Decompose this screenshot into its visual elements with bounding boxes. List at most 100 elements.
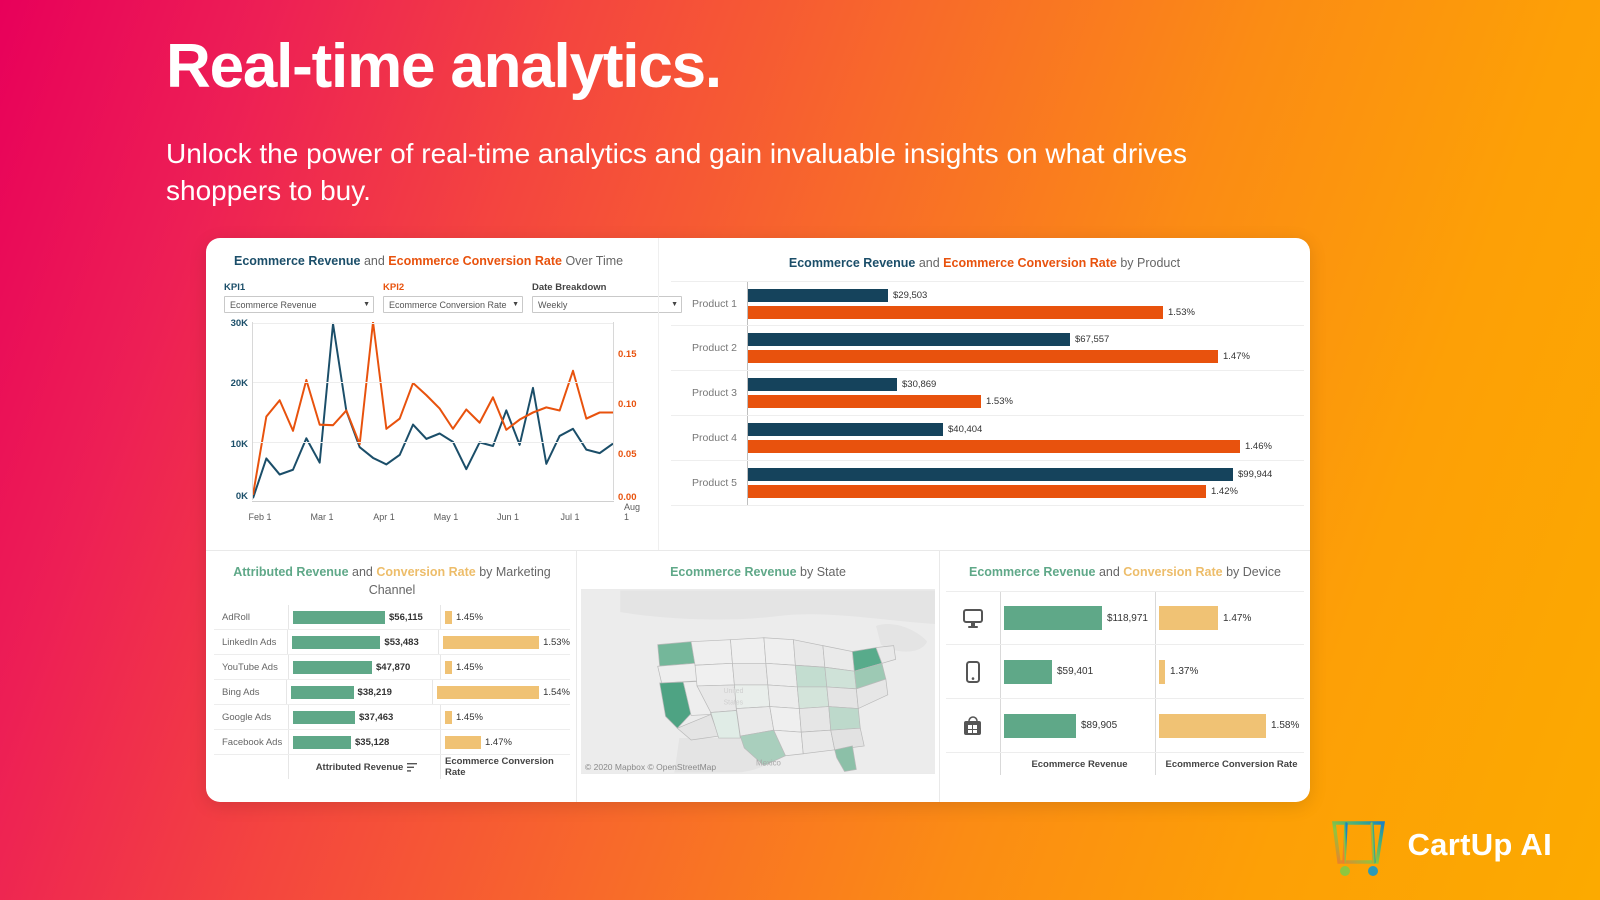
revenue-bar[interactable]	[748, 423, 943, 437]
choropleth-map[interactable]: Mexico United States © 2020 Mapbox © Ope…	[581, 589, 935, 775]
device-rate-bar[interactable]	[1159, 606, 1218, 631]
conversion-rate-bar[interactable]	[443, 635, 540, 649]
channel-row: YouTube Ads $47,870 1.45%	[214, 655, 570, 681]
device-row: $59,401 1.37%	[946, 645, 1304, 700]
channel-revenue-cell: $37,463	[288, 705, 440, 730]
mobile-icon	[946, 660, 1000, 683]
conversion-value: 1.53%	[986, 396, 1013, 408]
attributed-revenue-bar[interactable]	[290, 685, 354, 699]
device-title-and: and	[1098, 565, 1120, 579]
device-revenue-value: $89,905	[1081, 720, 1118, 732]
product-title-and: and	[918, 256, 940, 270]
attributed-revenue-value: $35,128	[355, 736, 390, 748]
mobile-icon	[966, 660, 980, 683]
line-title-suffix: Over Time	[565, 254, 624, 268]
revenue-bar[interactable]	[748, 468, 1233, 482]
map-title-suffix: by State	[800, 565, 846, 579]
channel-revenue-cell: $35,128	[288, 730, 440, 755]
device-rate-cell: 1.37%	[1155, 645, 1304, 699]
device-revenue-bar[interactable]	[1004, 606, 1102, 631]
attributed-revenue-value: $38,219	[357, 686, 392, 698]
revenue-value: $40,404	[948, 424, 983, 436]
chevron-down-icon: ▼	[512, 301, 519, 309]
conversion-bar[interactable]	[748, 305, 1163, 319]
conversion-value: 1.46%	[1245, 441, 1272, 453]
conversion-bar[interactable]	[748, 350, 1218, 364]
conversion-bar[interactable]	[748, 485, 1206, 499]
channel-footer-right: Ecommerce Conversion Rate	[445, 756, 554, 779]
channel-label: LinkedIn Ads	[222, 636, 277, 648]
product-bars: $40,404 1.46%	[747, 416, 1304, 461]
tablet-windows-icon	[946, 715, 1000, 737]
attributed-revenue-bar[interactable]	[292, 635, 381, 649]
product-label: Product 4	[692, 432, 737, 445]
channel-revenue-cell: $38,219	[285, 680, 433, 705]
conversion-rate-bar[interactable]	[445, 735, 481, 749]
dashboard-bottom-row: Attributed Revenue and Conversion Rate b…	[206, 550, 1310, 802]
line-title-and: and	[363, 254, 385, 268]
attributed-revenue-bar[interactable]	[293, 710, 355, 724]
device-footer-right: Ecommerce Conversion Rate	[1165, 758, 1298, 770]
attributed-revenue-bar[interactable]	[293, 660, 372, 674]
revenue-value: $29,503	[893, 289, 928, 301]
sort-icon[interactable]	[407, 762, 418, 772]
attributed-revenue-value: $37,463	[359, 711, 394, 723]
revenue-bar[interactable]	[748, 288, 888, 302]
conversion-rate-bar[interactable]	[437, 685, 540, 699]
line-chart: 30K 20K 10K 0K 0.15 0.10 0.05 0.00 Feb 1…	[220, 318, 648, 523]
revenue-bar[interactable]	[748, 333, 1070, 347]
revenue-by-state-panel: Ecommerce Revenue by State Mexico United…	[576, 551, 940, 802]
channel-rate-cell: 1.45%	[440, 655, 570, 680]
conversion-rate-value: 1.45%	[456, 711, 483, 723]
attributed-revenue-bar[interactable]	[293, 610, 385, 624]
device-rate-cell: 1.47%	[1155, 592, 1304, 645]
map-label-united: United	[724, 688, 744, 695]
attributed-revenue-value: $53,483	[384, 636, 419, 648]
channel-rate-cell: 1.53%	[438, 630, 570, 655]
us-map-svg: Mexico United States	[581, 590, 935, 773]
conversion-value: 1.47%	[1223, 351, 1250, 363]
y-tick-10k: 10K	[230, 439, 248, 451]
device-rate-value: 1.47%	[1223, 612, 1252, 624]
channel-title-part2: Conversion Rate	[376, 565, 476, 579]
conversion-rate-value: 1.53%	[543, 636, 570, 648]
device-revenue-cell: $118,971	[1000, 592, 1155, 645]
page-title: Real-time analytics.	[166, 32, 722, 101]
conversion-rate-value: 1.45%	[456, 661, 483, 673]
conversion-rate-bar[interactable]	[445, 710, 452, 724]
device-revenue-value: $118,971	[1107, 612, 1148, 624]
device-rate-bar[interactable]	[1159, 659, 1165, 684]
kpi1-select[interactable]: Ecommerce Revenue ▼	[224, 296, 374, 314]
attributed-revenue-bar[interactable]	[293, 735, 351, 749]
device-rate-value: 1.37%	[1170, 666, 1199, 678]
product-label: Product 5	[692, 477, 737, 490]
device-revenue-bar[interactable]	[1004, 659, 1052, 684]
revenue-bar[interactable]	[748, 378, 897, 392]
product-title-suffix: by Product	[1120, 256, 1181, 270]
device-revenue-bar[interactable]	[1004, 713, 1076, 738]
dashboard-top-row: Ecommerce Revenue and Ecommerce Conversi…	[206, 238, 1310, 550]
channel-rate-cell: 1.47%	[440, 730, 570, 755]
x-tick: May 1	[433, 512, 459, 523]
y2-tick-015: 0.15	[618, 349, 637, 361]
channel-row: AdRoll $56,115 1.45%	[214, 605, 570, 631]
conversion-rate-bar[interactable]	[445, 660, 452, 674]
x-tick: Apr 1	[373, 512, 395, 523]
x-tick: Aug 1	[623, 502, 641, 523]
chevron-down-icon: ▼	[363, 301, 370, 309]
conversion-bar[interactable]	[748, 395, 981, 409]
kpi2-value: Ecommerce Conversion Rate	[389, 299, 507, 310]
channel-title-part1: Attributed Revenue	[233, 565, 349, 579]
device-footer: Ecommerce Revenue Ecommerce Conversion R…	[946, 753, 1304, 776]
page-subtitle: Unlock the power of real-time analytics …	[166, 138, 1187, 206]
device-rate-bar[interactable]	[1159, 713, 1266, 738]
kpi2-select[interactable]: Ecommerce Conversion Rate ▼	[383, 296, 523, 314]
map-title-part1: Ecommerce Revenue	[670, 565, 797, 579]
conversion-bar[interactable]	[748, 440, 1240, 454]
conversion-rate-bar[interactable]	[445, 610, 452, 624]
device-rate-value: 1.58%	[1271, 720, 1300, 732]
device-panel-title: Ecommerce Revenue and Conversion Rate by…	[946, 563, 1304, 581]
brand-logo: CartUp AI	[1315, 814, 1552, 876]
device-revenue-cell: $59,401	[1000, 645, 1155, 699]
line-title-kpi1: Ecommerce Revenue	[234, 254, 361, 268]
